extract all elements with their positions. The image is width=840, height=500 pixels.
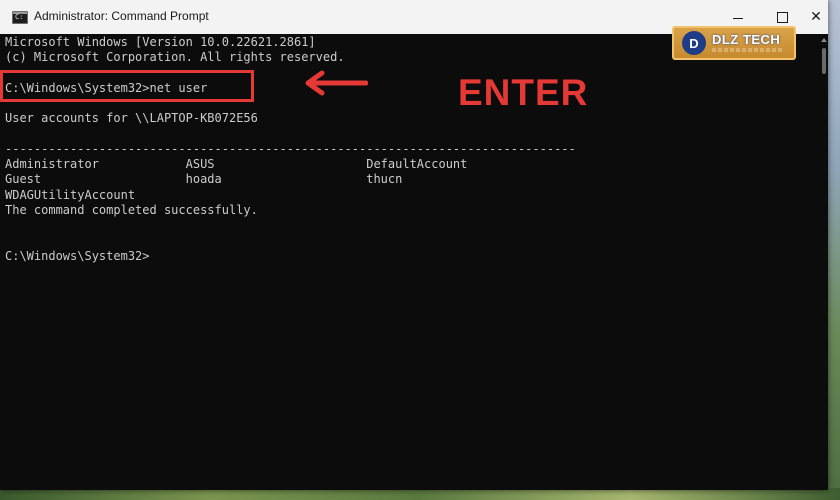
console-line: The command completed successfully. <box>5 203 258 217</box>
scroll-thumb[interactable] <box>822 48 826 74</box>
console-line-accounts: Guest hoada thucn <box>5 172 403 186</box>
console-line: User accounts for \\LAPTOP-KB072E56 <box>5 111 258 125</box>
console-line-prompt: C:\Windows\System32> <box>5 249 150 263</box>
console-line-accounts: WDAGUtilityAccount <box>5 188 136 202</box>
console-line: Microsoft Windows [Version 10.0.22621.28… <box>5 35 316 49</box>
scroll-up-icon[interactable] <box>821 38 827 42</box>
close-icon: ✕ <box>810 9 822 25</box>
console-line: (c) Microsoft Corporation. All rights re… <box>5 50 345 64</box>
minimize-icon <box>733 17 743 19</box>
window-title: Administrator: Command Prompt <box>34 9 209 23</box>
console-output[interactable]: Microsoft Windows [Version 10.0.22621.28… <box>0 34 820 490</box>
arrow-left-icon <box>305 70 368 96</box>
desktop-wallpaper-right <box>828 0 840 500</box>
command-highlight-box <box>0 70 254 102</box>
logo-text: DLZ TECH <box>712 32 781 47</box>
logo-tagline <box>712 48 782 52</box>
brand-logo: D DLZ TECH <box>672 26 796 60</box>
console-line-accounts: Administrator ASUS DefaultAccount <box>5 157 468 171</box>
vertical-scrollbar[interactable] <box>820 34 828 490</box>
maximize-icon <box>776 11 788 23</box>
cmd-icon: C: <box>12 11 28 24</box>
close-button[interactable]: ✕ <box>804 0 828 34</box>
enter-annotation-label: ENTER <box>458 72 589 113</box>
logo-mark: D <box>682 31 706 55</box>
console-line-separator: ----------------------------------------… <box>5 142 576 156</box>
